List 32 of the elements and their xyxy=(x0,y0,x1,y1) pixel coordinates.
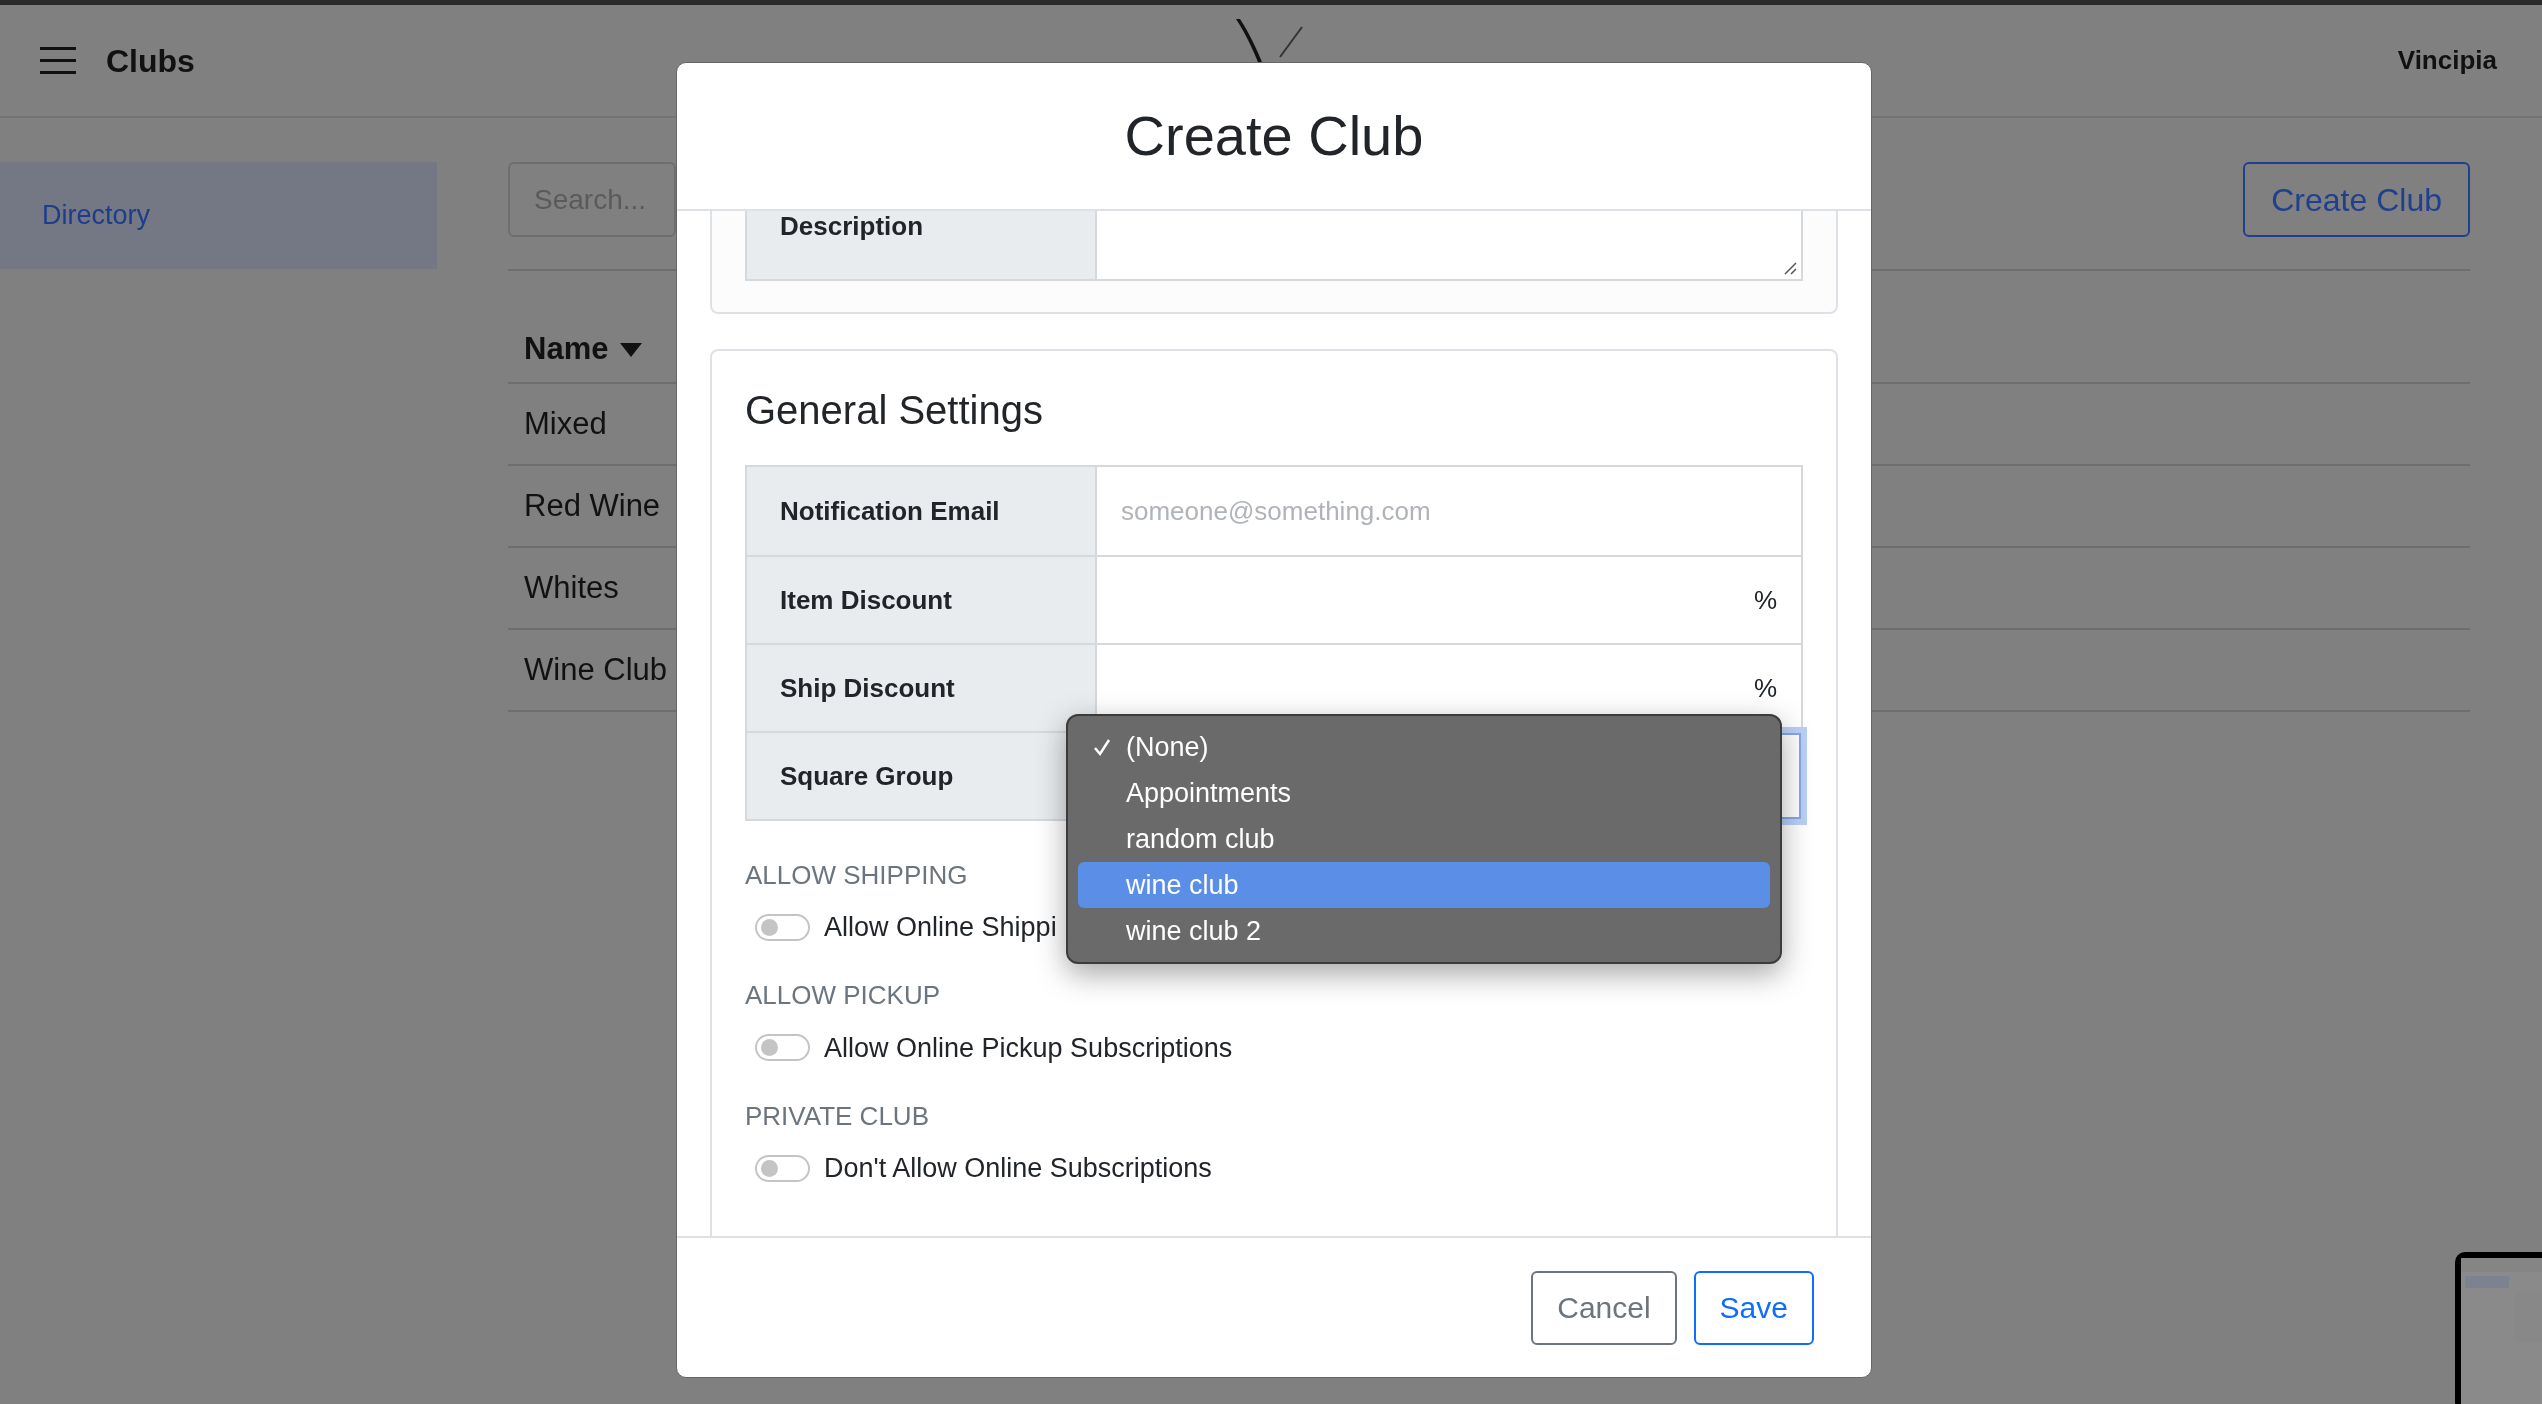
section-heading: PRIVATE CLUB xyxy=(745,1099,929,1133)
page-title: Clubs xyxy=(106,41,195,81)
create-club-button[interactable]: Create Club xyxy=(2243,162,2470,237)
save-button[interactable]: Save xyxy=(1693,1270,1814,1345)
dropdown-option[interactable]: Appointments xyxy=(1078,770,1770,816)
table-cell-text: Whites xyxy=(524,568,619,607)
field-label: Item Discount xyxy=(780,583,952,617)
dropdown-option[interactable]: wine club 2 xyxy=(1078,908,1770,954)
column-header[interactable]: Name xyxy=(524,326,609,373)
field-label: Square Group xyxy=(780,759,954,793)
section-heading: ALLOW PICKUP xyxy=(745,979,941,1012)
toggle-switch[interactable] xyxy=(755,1034,810,1062)
table-cell-text: Mixed xyxy=(524,404,607,443)
section-heading: ALLOW SHIPPING xyxy=(745,858,968,892)
account-name[interactable]: Vincipia xyxy=(2397,41,2497,80)
table-cell-text: Wine Club xyxy=(524,650,667,689)
field-label: Notification Email xyxy=(780,494,1000,528)
dropdown-option[interactable]: random club xyxy=(1078,816,1770,862)
menu-icon[interactable] xyxy=(40,45,76,76)
cancel-button[interactable]: Cancel xyxy=(1531,1270,1677,1345)
screenshot-thumbnail-drawing[interactable] xyxy=(2455,1252,2542,1404)
sort-caret-icon[interactable] xyxy=(620,342,643,357)
modal-title: Create Club xyxy=(1124,103,1424,169)
section-title: General Settings xyxy=(745,387,1044,434)
toggle-label: Allow Online Pickup Subscriptions xyxy=(824,1031,1233,1065)
toggle-label: Allow Online Shippi xyxy=(824,911,1057,944)
table-cell-text: Red Wine xyxy=(524,486,661,525)
field-label: Ship Discount xyxy=(780,671,955,705)
toggle-label: Don't Allow Online Subscriptions xyxy=(824,1152,1212,1185)
toggle-switch[interactable] xyxy=(755,1154,810,1182)
toggle-switch[interactable] xyxy=(755,913,810,941)
dropdown-option[interactable]: wine club xyxy=(1078,862,1770,908)
